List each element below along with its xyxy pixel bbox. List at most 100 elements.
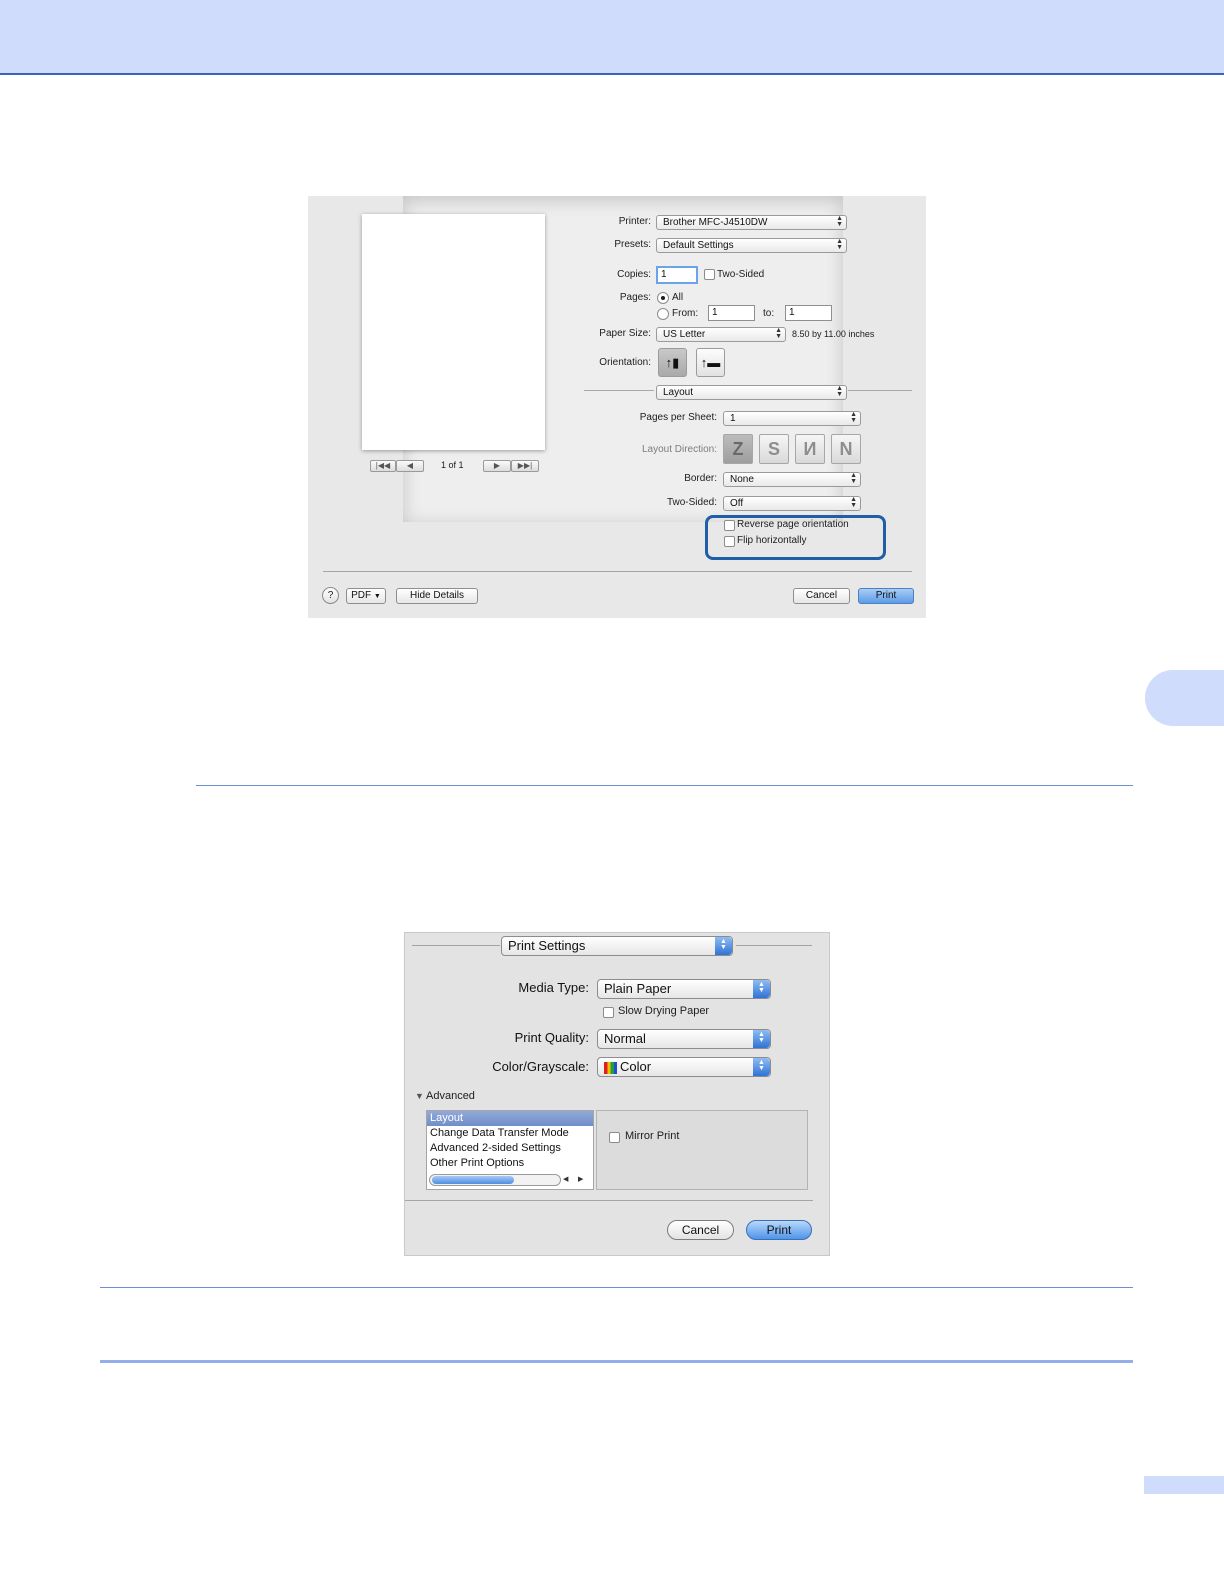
- portrait-orientation-icon[interactable]: ↑▮: [658, 348, 687, 377]
- section-divider-left: [412, 945, 500, 946]
- popup-arrows-icon: ▲ ▼: [850, 496, 857, 509]
- footer-divider: [405, 1200, 813, 1201]
- last-page-button[interactable]: ▶▶|: [511, 460, 539, 472]
- previous-page-button[interactable]: ◀: [396, 460, 424, 472]
- two-sided-label: Two-Sided:: [666, 497, 717, 508]
- pdf-menu-button[interactable]: PDF ▼: [346, 588, 386, 604]
- color-grayscale-popup[interactable]: Color ▲ ▼: [597, 1057, 771, 1077]
- print-quality-value: Normal: [604, 1031, 646, 1046]
- print-button[interactable]: Print: [746, 1220, 812, 1240]
- list-item[interactable]: Other Print Options: [427, 1156, 593, 1171]
- pages-from-radio[interactable]: [657, 308, 669, 320]
- page-header-band: [0, 0, 1224, 75]
- popup-arrows-icon: ▲ ▼: [775, 327, 782, 340]
- chapter-tab: [1145, 670, 1224, 726]
- section-popup-value: Layout: [663, 387, 694, 398]
- two-sided-popup[interactable]: Off ▲ ▼: [723, 496, 861, 511]
- scrollbar-thumb[interactable]: [432, 1176, 514, 1184]
- next-page-button[interactable]: ▶: [483, 460, 511, 472]
- copies-field[interactable]: 1: [656, 266, 698, 284]
- pages-per-sheet-popup[interactable]: 1 ▲ ▼: [723, 411, 861, 426]
- landscape-orientation-icon[interactable]: ↑▬: [696, 348, 725, 377]
- layout-direction-s-icon[interactable]: S: [759, 434, 789, 464]
- printer-popup[interactable]: Brother MFC-J4510DW ▲ ▼: [656, 215, 847, 230]
- media-type-label: Media Type:: [518, 980, 589, 995]
- presets-value: Default Settings: [663, 240, 734, 251]
- presets-popup[interactable]: Default Settings ▲ ▼: [656, 238, 847, 253]
- print-quality-label: Print Quality:: [514, 1030, 589, 1045]
- color-bars-icon: [604, 1061, 617, 1074]
- horizontal-scrollbar[interactable]: [429, 1174, 561, 1186]
- note-top-rule: [100, 1287, 1133, 1288]
- popup-arrows-icon: ▲ ▼: [753, 1030, 770, 1048]
- color-grayscale-label: Color/Grayscale:: [492, 1059, 589, 1074]
- popup-arrows-icon: ▲ ▼: [753, 980, 770, 998]
- print-button[interactable]: Print: [858, 588, 914, 604]
- print-quality-popup[interactable]: Normal ▲ ▼: [597, 1029, 771, 1049]
- mirror-print-label: Mirror Print: [625, 1130, 680, 1142]
- paper-size-popup[interactable]: US Letter ▲ ▼: [656, 327, 786, 342]
- paper-dimensions: 8.50 by 11.00 inches: [792, 329, 875, 339]
- advanced-list[interactable]: Layout Change Data Transfer Mode Advance…: [426, 1110, 594, 1190]
- pdf-button-label: PDF: [351, 590, 372, 601]
- reverse-orientation-checkbox[interactable]: [724, 520, 735, 531]
- paper-size-value: US Letter: [663, 329, 706, 340]
- popup-arrows-icon: ▲ ▼: [850, 411, 857, 424]
- slow-drying-label: Slow Drying Paper: [618, 1005, 710, 1017]
- layout-direction-z-icon[interactable]: Z: [723, 434, 753, 464]
- color-grayscale-value: Color: [620, 1059, 652, 1074]
- pages-from-field[interactable]: 1: [708, 305, 755, 321]
- first-page-button[interactable]: |◀◀: [370, 460, 396, 472]
- border-value: None: [730, 474, 754, 485]
- layout-direction-n-icon[interactable]: N: [831, 434, 861, 464]
- page-counter: 1 of 1: [441, 460, 464, 470]
- popup-arrows-icon: ▲ ▼: [850, 472, 857, 485]
- media-type-value: Plain Paper: [604, 981, 672, 996]
- print-dialog-layout: |◀◀ ◀ 1 of 1 ▶ ▶▶| Printer: Brother MFC-…: [308, 196, 926, 618]
- scroll-right-icon[interactable]: ▶: [578, 1175, 583, 1183]
- footer-divider: [323, 571, 912, 572]
- print-settings-popup[interactable]: Print Settings ▲ ▼: [501, 936, 733, 956]
- popup-arrows-icon: ▲ ▼: [753, 1058, 770, 1076]
- pages-all-radio[interactable]: [657, 292, 669, 304]
- print-settings-value: Print Settings: [508, 938, 586, 953]
- chevron-down-icon: ▼: [373, 593, 381, 600]
- print-dialog-print-settings: Print Settings ▲ ▼ Media Type: Plain Paper…: [404, 932, 830, 1256]
- popup-arrows-icon: ▲ ▼: [836, 215, 843, 228]
- reverse-orientation-label: Reverse page orientation: [737, 519, 849, 530]
- layout-direction-label: Layout Direction:: [641, 444, 717, 455]
- border-label: Border:: [684, 473, 717, 484]
- pages-per-sheet-value: 1: [730, 413, 736, 424]
- disclosure-triangle-icon[interactable]: ▼: [415, 1091, 424, 1101]
- scroll-left-icon[interactable]: ◀: [563, 1175, 568, 1183]
- pages-per-sheet-label: Pages per Sheet:: [639, 412, 717, 423]
- flip-horizontally-checkbox[interactable]: [724, 536, 735, 547]
- help-icon[interactable]: ?: [322, 587, 339, 604]
- list-item[interactable]: Advanced 2-sided Settings: [427, 1141, 593, 1156]
- printer-label: Printer:: [618, 216, 651, 227]
- section-rule: [196, 785, 1133, 786]
- hide-details-button[interactable]: Hide Details: [396, 588, 478, 604]
- cancel-button[interactable]: Cancel: [667, 1220, 734, 1240]
- section-divider-right: [736, 945, 812, 946]
- page-preview: [362, 214, 545, 450]
- cancel-button[interactable]: Cancel: [793, 588, 850, 604]
- copies-label: Copies:: [617, 269, 651, 280]
- pages-from-label: From:: [672, 308, 699, 319]
- layout-direction-n-reverse-icon[interactable]: И: [795, 434, 825, 464]
- layout-options-panel: Mirror Print: [596, 1110, 808, 1190]
- list-item[interactable]: Layout: [427, 1111, 593, 1126]
- slow-drying-checkbox[interactable]: [603, 1007, 614, 1018]
- two-sided-checkbox[interactable]: [704, 269, 715, 280]
- border-popup[interactable]: None ▲ ▼: [723, 472, 861, 487]
- media-type-popup[interactable]: Plain Paper ▲ ▼: [597, 979, 771, 999]
- pages-to-field[interactable]: 1: [785, 305, 832, 321]
- popup-arrows-icon: ▲ ▼: [715, 937, 732, 955]
- two-sided-value: Off: [730, 498, 744, 509]
- list-item[interactable]: Change Data Transfer Mode: [427, 1126, 593, 1141]
- section-popup[interactable]: Layout ▲ ▼: [656, 385, 847, 400]
- printer-value: Brother MFC-J4510DW: [663, 217, 768, 228]
- popup-arrows-icon: ▲ ▼: [836, 238, 843, 251]
- mirror-print-checkbox[interactable]: [609, 1132, 620, 1143]
- page-number-tab: [1144, 1476, 1224, 1494]
